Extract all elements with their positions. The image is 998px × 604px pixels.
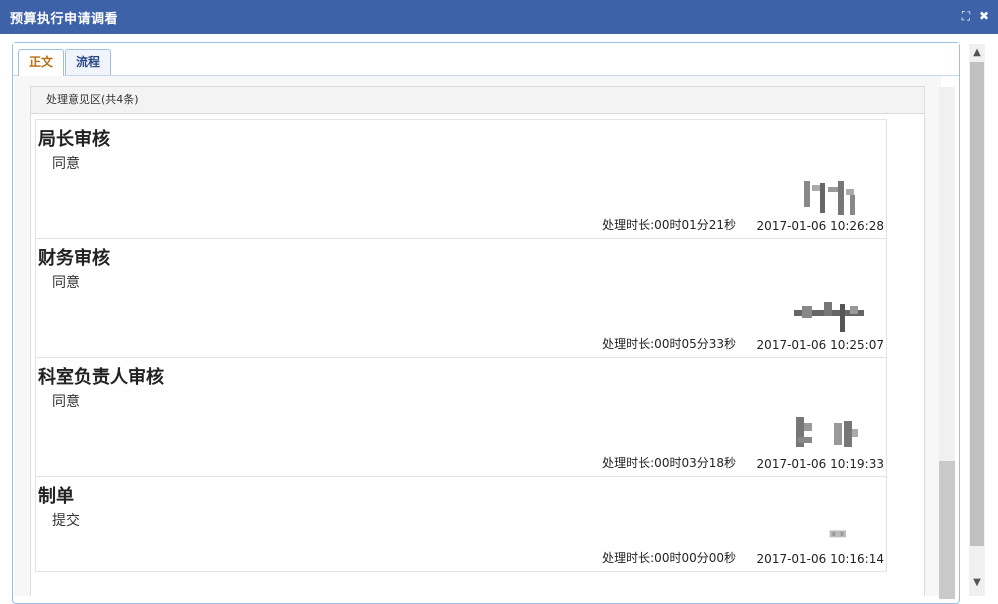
record-datetime: 2017-01-06 10:26:28 [756,219,884,233]
opinion-list: 局长审核 同意 处理时长:00时01分21秒 2017-01-06 10:26:… [35,119,887,572]
window-title: 预算执行申请调看 [10,12,119,27]
record-step-title: 局长审核 [38,129,110,150]
signature-image [796,417,858,447]
record-duration: 处理时长:00时01分21秒 [602,218,736,232]
record-duration: 处理时长:00时03分18秒 [602,456,736,470]
scroll-down-icon[interactable]: ▼ [969,576,985,590]
record-opinion-text: 同意 [52,156,80,172]
scroll-up-icon[interactable]: ▲ [969,46,985,60]
record-step-title: 科室负责人审核 [38,367,164,388]
window-scrollbar-thumb[interactable] [970,62,984,546]
record-opinion-text: 提交 [52,513,80,529]
content-scrollbar[interactable] [939,87,955,599]
record-datetime: 2017-01-06 10:19:33 [756,457,884,471]
tab-panel: 正文 流程 处理意见区(共4条) 局长审核 同意 处理时长:00时01分21秒 … [12,42,960,604]
signature-image [829,530,847,538]
opinion-record: 制单 提交 处理时长:00时00分00秒 2017-01-06 10:16:14 [36,477,886,571]
opinion-record: 局长审核 同意 处理时长:00时01分21秒 2017-01-06 10:26:… [36,120,886,239]
signature-image [804,181,855,215]
opinion-section-header: 处理意见区(共4条) [31,87,924,114]
record-datetime: 2017-01-06 10:25:07 [756,338,884,352]
opinion-record: 财务审核 同意 处理时长:00时05分33秒 2017-01-06 10:25:… [36,239,886,358]
record-duration: 处理时长:00时00分00秒 [602,551,736,565]
tab-workflow[interactable]: 流程 [65,49,112,75]
tab-bar: 正文 流程 [13,43,959,76]
close-icon[interactable]: ✖ [978,9,990,23]
record-step-title: 财务审核 [38,248,110,269]
record-duration: 处理时长:00时05分33秒 [602,337,736,351]
window-titlebar: 预算执行申请调看 ⛶ ✖ [0,0,998,34]
window-controls: ⛶ ✖ [960,9,990,23]
window-body: 正文 流程 处理意见区(共4条) 局长审核 同意 处理时长:00时01分21秒 … [0,34,998,604]
opinion-record: 科室负责人审核 同意 处理时长:00时03分18秒 2017-01-06 10:… [36,358,886,477]
record-datetime: 2017-01-06 10:16:14 [756,552,884,566]
tab-main-text[interactable]: 正文 [18,49,65,76]
record-opinion-text: 同意 [52,275,80,291]
maximize-icon[interactable]: ⛶ [960,9,972,23]
signature-image [794,302,864,332]
tab-content: 处理意见区(共4条) 局长审核 同意 处理时长:00时01分21秒 2017-0… [14,76,941,596]
window-scrollbar[interactable]: ▲ ▼ [969,44,985,596]
content-scrollbar-thumb[interactable] [939,461,955,599]
record-step-title: 制单 [38,486,74,507]
record-opinion-text: 同意 [52,394,80,410]
